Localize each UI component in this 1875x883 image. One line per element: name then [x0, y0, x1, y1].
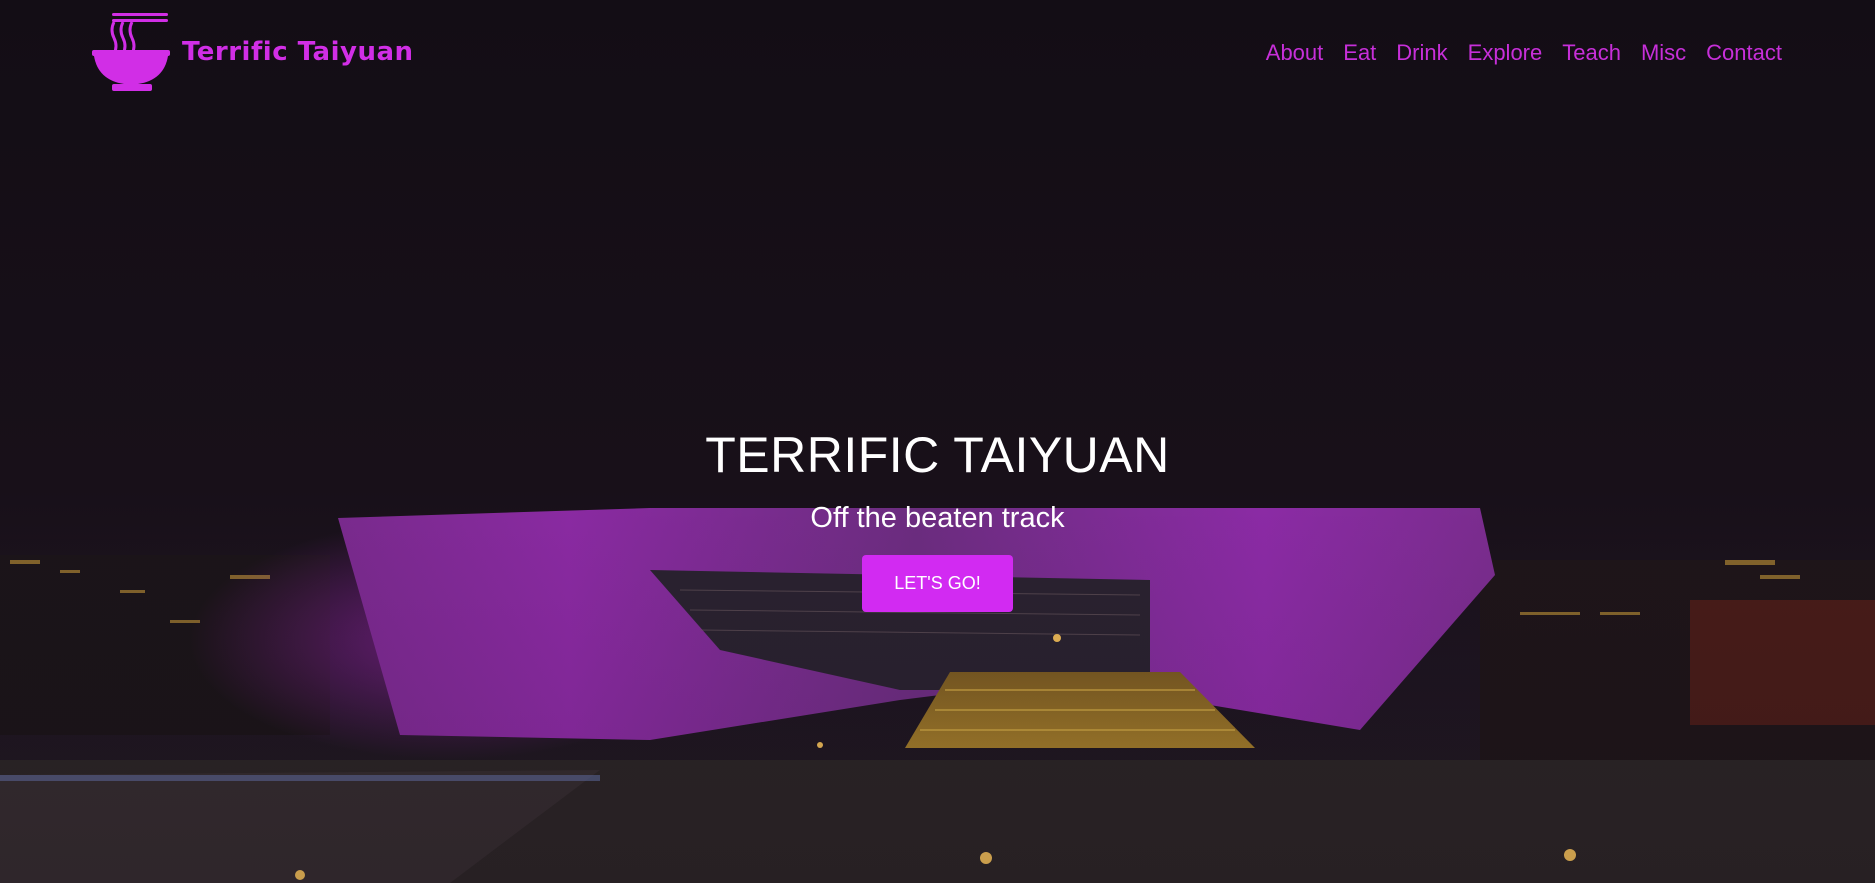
site-header: Terrific Taiyuan About Eat Drink Explore… [0, 0, 1875, 110]
main-nav: About Eat Drink Explore Teach Misc Conta… [1266, 40, 1782, 66]
nav-link-misc[interactable]: Misc [1641, 40, 1686, 66]
nav-link-explore[interactable]: Explore [1468, 40, 1543, 66]
hero-section: TERRIFIC TAIYUAN Off the beaten track LE… [0, 430, 1875, 612]
nav-link-eat[interactable]: Eat [1343, 40, 1376, 66]
hero-subtitle: Off the beaten track [810, 502, 1065, 534]
nav-link-contact[interactable]: Contact [1706, 40, 1782, 66]
hero-title: TERRIFIC TAIYUAN [705, 427, 1170, 483]
lets-go-button[interactable]: LET'S GO! [862, 555, 1013, 612]
site-logo-text: Terrific Taiyuan [182, 37, 414, 67]
noodle-bowl-icon [92, 13, 170, 91]
site-logo-link[interactable]: Terrific Taiyuan [90, 10, 414, 94]
nav-link-drink[interactable]: Drink [1396, 40, 1447, 66]
nav-link-teach[interactable]: Teach [1562, 40, 1621, 66]
nav-link-about[interactable]: About [1266, 40, 1324, 66]
